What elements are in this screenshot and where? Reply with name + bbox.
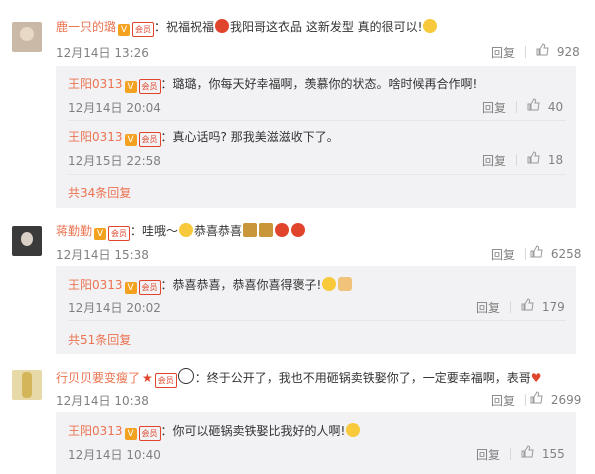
comment-header: 蒋勤勤 V 会员 ：哇哦～ 恭喜恭喜 — [56, 222, 306, 241]
like-count: 2699 — [550, 393, 582, 407]
like-count: 179 — [541, 300, 565, 314]
avatar[interactable] — [12, 22, 42, 52]
comment-author[interactable]: 蒋勤勤 — [56, 224, 92, 238]
comment-time: 12月14日 13:26 — [56, 46, 149, 60]
verified-icon: V — [118, 24, 131, 36]
avatar[interactable] — [12, 370, 42, 400]
like-count: 18 — [547, 153, 564, 167]
reply-header: 王阳0313 V 会员 ：真心话吗? 那我美滋滋收下了。 — [68, 128, 339, 147]
reply-button[interactable]: 回复 — [482, 152, 506, 169]
thumbs-up-emoji-icon — [338, 277, 353, 291]
like-button[interactable]: 2699 — [530, 391, 581, 407]
comment-text: ：祝福祝福 — [154, 20, 215, 34]
comment-author[interactable]: 行贝贝要变瘦了 — [56, 371, 140, 385]
grinning-emoji-icon — [346, 423, 361, 437]
verified-icon: V — [124, 428, 137, 440]
like-count: 6258 — [550, 247, 582, 261]
divider — [525, 394, 526, 406]
like-count: 40 — [547, 100, 564, 114]
verified-icon: V — [124, 81, 137, 93]
divider — [516, 154, 517, 166]
member-badge: 会员 — [138, 280, 161, 295]
like-count: 928 — [556, 45, 580, 59]
divider — [510, 301, 511, 313]
thumb-up-icon — [527, 151, 540, 164]
balloon-emoji-icon — [291, 223, 306, 237]
party-emoji-icon — [243, 223, 258, 237]
reply-author[interactable]: 王阳0313 — [68, 130, 123, 144]
kiss-emoji-icon — [179, 223, 194, 237]
reply-divider — [68, 120, 566, 121]
comment-header: 行贝贝要变瘦了 ★ 会员 ：终于公开了，我也不用砸锅卖铁娶你了，一定要幸福啊，表哥♥ — [56, 368, 542, 388]
comment-text: ：终于公开了，我也不用砸锅卖铁娶你了，一定要幸福啊，表哥 — [194, 371, 531, 385]
star-icon: ★ — [142, 371, 153, 385]
comment-author[interactable]: 鹿一只的璐 — [56, 20, 116, 34]
comment-text-tail: 我阳哥这衣品 这新发型 真的很可以! — [230, 20, 423, 34]
reply-text: ：真心话吗? 那我美滋滋收下了。 — [160, 130, 339, 144]
party-emoji-icon — [259, 223, 274, 237]
like-button[interactable]: 928 — [536, 43, 580, 59]
like-button[interactable]: 6258 — [530, 245, 581, 261]
divider — [525, 46, 526, 58]
comment-header: 鹿一只的璐 V 会员 ：祝福祝福 我阳哥这衣品 这新发型 真的很可以! — [56, 18, 438, 37]
reply-divider — [68, 174, 566, 175]
reply-button[interactable]: 回复 — [491, 392, 515, 409]
member-badge: 会员 — [132, 22, 155, 37]
comment-time: 12月14日 15:38 — [56, 248, 149, 262]
heart-icon: ♥ — [530, 371, 542, 385]
reply-time: 12月15日 22:58 — [68, 154, 161, 168]
reply-author[interactable]: 王阳0313 — [68, 424, 123, 438]
reply-divider — [68, 320, 566, 321]
reply-author[interactable]: 王阳0313 — [68, 77, 123, 91]
divider — [516, 101, 517, 113]
divider — [510, 448, 511, 460]
verified-icon: V — [94, 228, 107, 240]
member-badge: 会员 — [138, 79, 161, 94]
reply-author[interactable]: 王阳0313 — [68, 278, 123, 292]
reply-header: 王阳0313 V 会员 ：恭喜恭喜，恭喜你喜得褒子! — [68, 276, 353, 295]
reply-header: 王阳0313 V 会员 ：你可以砸锅卖铁娶比我好的人啊! — [68, 422, 361, 441]
reply-header: 王阳0313 V 会员 ：璐璐，你每天好幸福啊，羡慕你的状态。啥时候再合作啊! — [68, 75, 477, 94]
thumb-up-icon — [530, 245, 543, 258]
comment-time: 12月14日 10:38 — [56, 394, 149, 408]
like-button[interactable]: 40 — [527, 98, 563, 114]
member-badge: 会员 — [138, 132, 161, 147]
like-button[interactable]: 155 — [521, 445, 565, 461]
like-count: 155 — [541, 447, 565, 461]
reply-time: 12月14日 10:40 — [68, 448, 161, 462]
avatar[interactable] — [12, 226, 42, 256]
like-button[interactable]: 179 — [521, 298, 565, 314]
member-badge: 会员 — [154, 373, 177, 388]
more-replies-link[interactable]: 共51条回复 — [68, 331, 131, 348]
thumb-up-icon — [521, 298, 534, 311]
more-replies-link[interactable]: 共34条回复 — [68, 184, 131, 201]
grinning-emoji-icon — [423, 19, 438, 33]
balloon-emoji-icon — [275, 223, 290, 237]
reply-button[interactable]: 回复 — [476, 299, 500, 316]
comment-text: ：哇哦～ — [130, 224, 179, 238]
reply-text: ：璐璐，你每天好幸福啊，羡慕你的状态。啥时候再合作啊! — [160, 77, 478, 91]
thumb-up-icon — [530, 391, 543, 404]
thumb-up-icon — [521, 445, 534, 458]
reply-text: ：你可以砸锅卖铁娶比我好的人啊! — [160, 424, 346, 438]
verified-icon: V — [124, 282, 137, 294]
reply-button[interactable]: 回复 — [476, 446, 500, 463]
divider — [525, 248, 526, 260]
thumb-up-icon — [527, 98, 540, 111]
reply-button[interactable]: 回复 — [482, 99, 506, 116]
reply-button[interactable]: 回复 — [491, 44, 515, 61]
panda-icon — [177, 368, 194, 384]
reply-time: 12月14日 20:04 — [68, 101, 161, 115]
thumb-up-icon — [536, 43, 549, 56]
comment-text-tail: 恭喜恭喜 — [194, 224, 243, 238]
reply-text: ：恭喜恭喜，恭喜你喜得褒子! — [160, 278, 322, 292]
reply-button[interactable]: 回复 — [491, 246, 515, 263]
member-badge: 会员 — [108, 226, 131, 241]
member-badge: 会员 — [138, 426, 161, 441]
bless-emoji-icon — [215, 19, 230, 33]
like-button[interactable]: 18 — [527, 151, 563, 167]
verified-icon: V — [124, 134, 137, 146]
smile-emoji-icon — [322, 277, 337, 291]
reply-time: 12月14日 20:02 — [68, 301, 161, 315]
